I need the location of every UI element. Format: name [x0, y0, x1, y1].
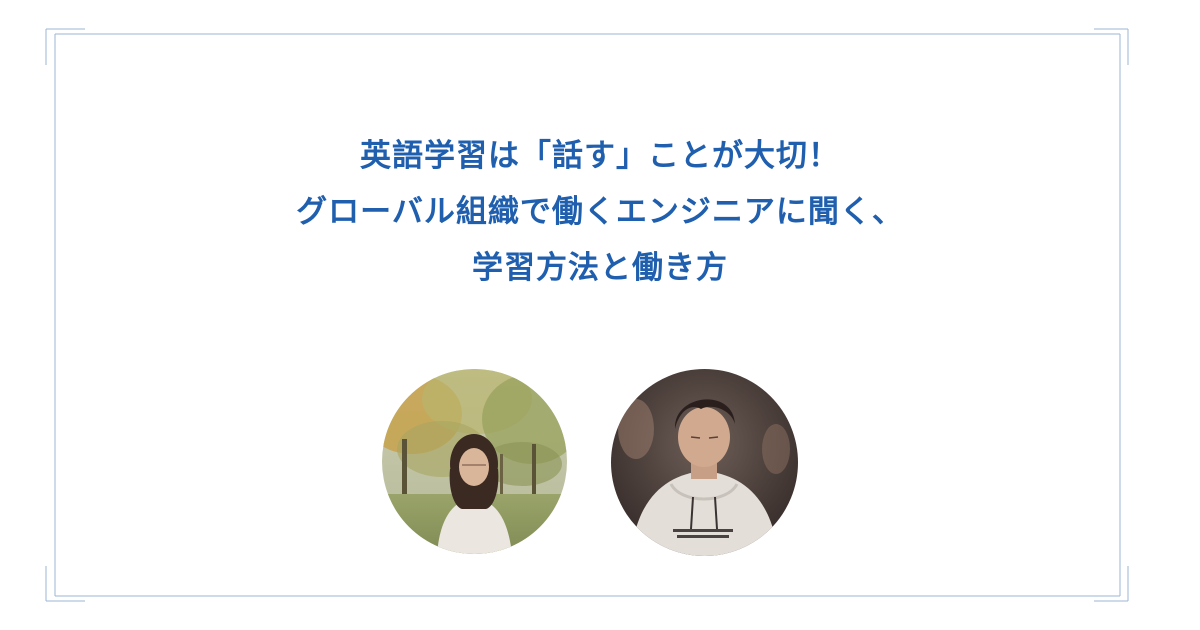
title-line-1: 英語学習は「話す」ことが大切！ [360, 138, 840, 174]
decorative-frame [45, 28, 1129, 602]
avatar-woman [382, 369, 567, 554]
title-line-2: グローバル組織で働くエンジニアに聞く、 [296, 194, 904, 230]
man-in-white-hoodie-photo [611, 369, 798, 556]
title-line-3: 学習方法と働き方 [472, 250, 728, 286]
avatar-man [611, 369, 798, 556]
woman-in-park-photo [382, 369, 567, 554]
page-title: 英語学習は「話す」ことが大切！ グローバル組織で働くエンジニアに聞く、 学習方法… [0, 128, 1200, 296]
